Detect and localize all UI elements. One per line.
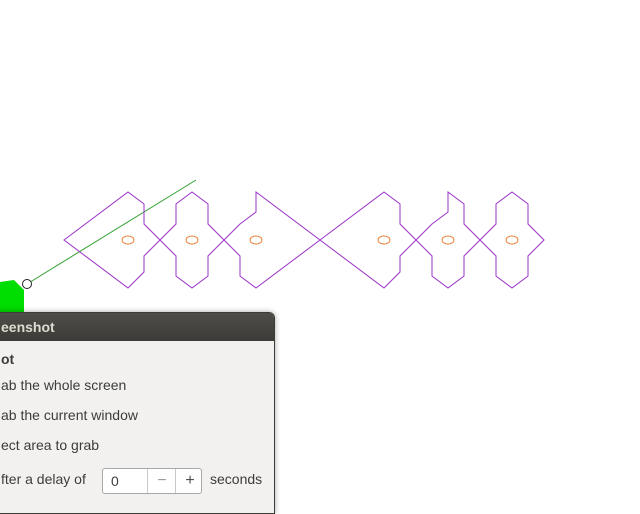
delay-spinner[interactable]: 0 − +: [102, 468, 202, 494]
outline-shape-1: [63, 191, 161, 289]
hole-1: [121, 235, 135, 245]
tool-cursor-icon: [0, 280, 24, 312]
hole-5: [441, 235, 455, 245]
option-grab-whole-screen[interactable]: ab the whole screen: [1, 377, 126, 393]
outline-shape-5: [415, 191, 481, 289]
hole-3: [249, 235, 263, 245]
delay-label: fter a delay of: [1, 471, 86, 487]
delay-value[interactable]: 0: [111, 473, 119, 489]
outline-shape-6: [479, 191, 545, 289]
outline-shape-4: [319, 191, 417, 289]
dialog-titlebar[interactable]: eenshot: [0, 313, 274, 341]
dialog-body: ot ab the whole screen ab the current wi…: [0, 341, 274, 513]
dialog-title: eenshot: [1, 319, 55, 335]
cursor-handle[interactable]: [22, 279, 32, 289]
delay-increment-button[interactable]: +: [175, 469, 204, 493]
delay-unit-label: seconds: [210, 471, 263, 487]
hole-6: [505, 235, 519, 245]
screenshot-dialog: eenshot ot ab the whole screen ab the cu…: [0, 312, 275, 514]
hole-4: [377, 235, 391, 245]
option-grab-current-window[interactable]: ab the current window: [1, 407, 138, 423]
section-heading: ot: [1, 351, 15, 367]
delay-decrement-button[interactable]: −: [147, 469, 176, 493]
outline-shape-3: [223, 191, 321, 289]
hole-2: [185, 235, 199, 245]
outline-shape-2: [159, 191, 225, 289]
option-select-area[interactable]: ect area to grab: [1, 437, 99, 453]
guide-line: [26, 179, 197, 285]
